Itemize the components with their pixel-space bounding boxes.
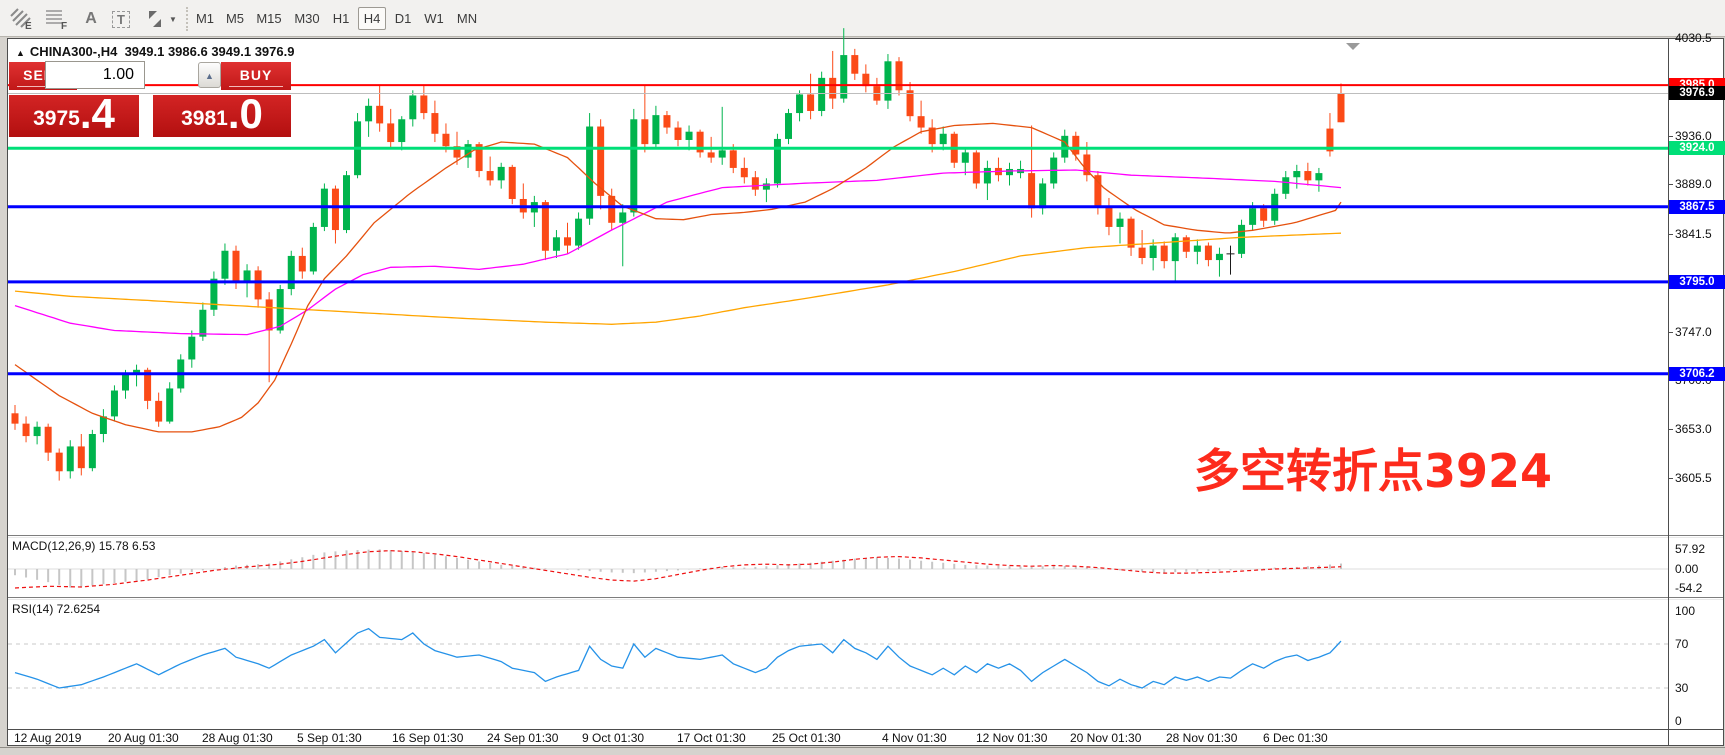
timeframe-button-m15[interactable]: M15 [252, 7, 286, 30]
date-label: 6 Dec 01:30 [1263, 731, 1328, 745]
axis-tick-mark [1668, 478, 1673, 479]
timeframe-button-w1[interactable]: W1 [420, 7, 448, 30]
text-label-a-icon[interactable]: A [78, 6, 104, 32]
objects-dropdown-caret-icon[interactable]: ▼ [166, 6, 180, 32]
volume-input[interactable] [45, 61, 145, 89]
window-bottom-edge [0, 747, 1725, 755]
date-label: 12 Aug 2019 [14, 731, 81, 745]
rsi-panel-canvas[interactable] [8, 600, 1668, 729]
buy-price-display[interactable]: 3981.0 [153, 95, 291, 137]
svg-text:F: F [61, 21, 67, 32]
date-label: 16 Sep 01:30 [392, 731, 463, 745]
price-tick-3747.0: 3747.0 [1675, 325, 1725, 339]
date-label: 24 Sep 01:30 [487, 731, 558, 745]
chart-shift-marker-icon[interactable] [1346, 43, 1360, 50]
price-tick-3653.0: 3653.0 [1675, 422, 1725, 436]
price-tag-3976.9[interactable]: 3976.9 [1669, 86, 1725, 100]
timeframe-button-m1[interactable]: M1 [192, 7, 218, 30]
date-label: 9 Oct 01:30 [582, 731, 644, 745]
price-tick-3841.5: 3841.5 [1675, 227, 1725, 241]
date-label: 28 Nov 01:30 [1166, 731, 1237, 745]
date-label: 5 Sep 01:30 [297, 731, 362, 745]
axis-tick-mark [1668, 136, 1673, 137]
indicators-hatch-e-icon[interactable]: E [6, 6, 36, 32]
macd-panel-canvas[interactable] [8, 538, 1668, 597]
macd-tick-57.92: 57.92 [1675, 542, 1725, 556]
axis-tick-mark [1668, 38, 1673, 39]
axis-tick-mark [1668, 429, 1673, 430]
date-label: 12 Nov 01:30 [976, 731, 1047, 745]
collapse-triangle-icon[interactable]: ▲ [16, 48, 25, 58]
price-tag-3924.0[interactable]: 3924.0 [1669, 141, 1725, 155]
sell-price-display[interactable]: 3975.4 [9, 95, 139, 137]
ohlc-values: 3949.1 3986.6 3949.1 3976.9 [125, 44, 295, 59]
price-tag-3867.5[interactable]: 3867.5 [1669, 200, 1725, 214]
buy-button[interactable]: BUY [221, 62, 291, 90]
date-label: 17 Oct 01:30 [677, 731, 746, 745]
timeframe-button-mn[interactable]: MN [452, 7, 482, 30]
chart-title: ▲ CHINA300-,H4 3949.1 3986.6 3949.1 3976.… [16, 44, 294, 59]
price-tag-3795.0[interactable]: 3795.0 [1669, 275, 1725, 289]
window-left-edge [0, 37, 7, 755]
one-click-trade-panel: SELL ▼ ▲ BUY 3975.4 3981.0 [9, 59, 301, 159]
rsi-tick-0: 0 [1675, 714, 1725, 728]
rsi-tick-70: 70 [1675, 637, 1725, 651]
macd-tick-0.00: 0.00 [1675, 562, 1725, 576]
price-tag-3706.2[interactable]: 3706.2 [1669, 367, 1725, 381]
price-tick-3605.5: 3605.5 [1675, 471, 1725, 485]
rsi-tick-100: 100 [1675, 604, 1725, 618]
timeframe-button-m5[interactable]: M5 [222, 7, 248, 30]
svg-text:E: E [25, 21, 32, 32]
date-label: 28 Aug 01:30 [202, 731, 273, 745]
macd-tick--54.2: -54.2 [1675, 581, 1725, 595]
axis-tick-mark [1668, 332, 1673, 333]
rsi-tick-30: 30 [1675, 681, 1725, 695]
toolbar-separator [186, 7, 191, 31]
grid-f-icon[interactable]: F [42, 6, 72, 32]
application-window: E F A T ▼ M1M5M15M30H1H4D1W1MN [0, 0, 1725, 755]
textbox-t-icon[interactable]: T [108, 6, 134, 32]
chart-text-annotation[interactable]: 多空转折点3924 [1194, 435, 1552, 501]
symbol-period-label: CHINA300-,H4 [30, 44, 117, 59]
price-tick-3889.0: 3889.0 [1675, 177, 1725, 191]
macd-label: MACD(12,26,9) 15.78 6.53 [12, 539, 155, 553]
date-label: 4 Nov 01:30 [882, 731, 947, 745]
time-axis-line [8, 729, 1723, 730]
date-label: 25 Oct 01:30 [772, 731, 841, 745]
volume-increase-button[interactable]: ▲ [198, 62, 221, 88]
date-label: 20 Nov 01:30 [1070, 731, 1141, 745]
axis-tick-mark [1668, 234, 1673, 235]
chart-window[interactable]: ▲ CHINA300-,H4 3949.1 3986.6 3949.1 3976.… [7, 38, 1724, 746]
timeframe-button-h4[interactable]: H4 [358, 7, 386, 30]
price-tick-4030.5: 4030.5 [1675, 31, 1725, 45]
timeframe-button-d1[interactable]: D1 [390, 7, 416, 30]
axis-tick-mark [1668, 184, 1673, 185]
toolbar: E F A T ▼ M1M5M15M30H1H4D1W1MN [0, 0, 1725, 37]
date-label: 20 Aug 01:30 [108, 731, 179, 745]
timeframe-button-m30[interactable]: M30 [290, 7, 324, 30]
timeframe-button-h1[interactable]: H1 [328, 7, 354, 30]
rsi-label: RSI(14) 72.6254 [12, 602, 100, 616]
arrows-objects-icon[interactable] [142, 6, 168, 32]
